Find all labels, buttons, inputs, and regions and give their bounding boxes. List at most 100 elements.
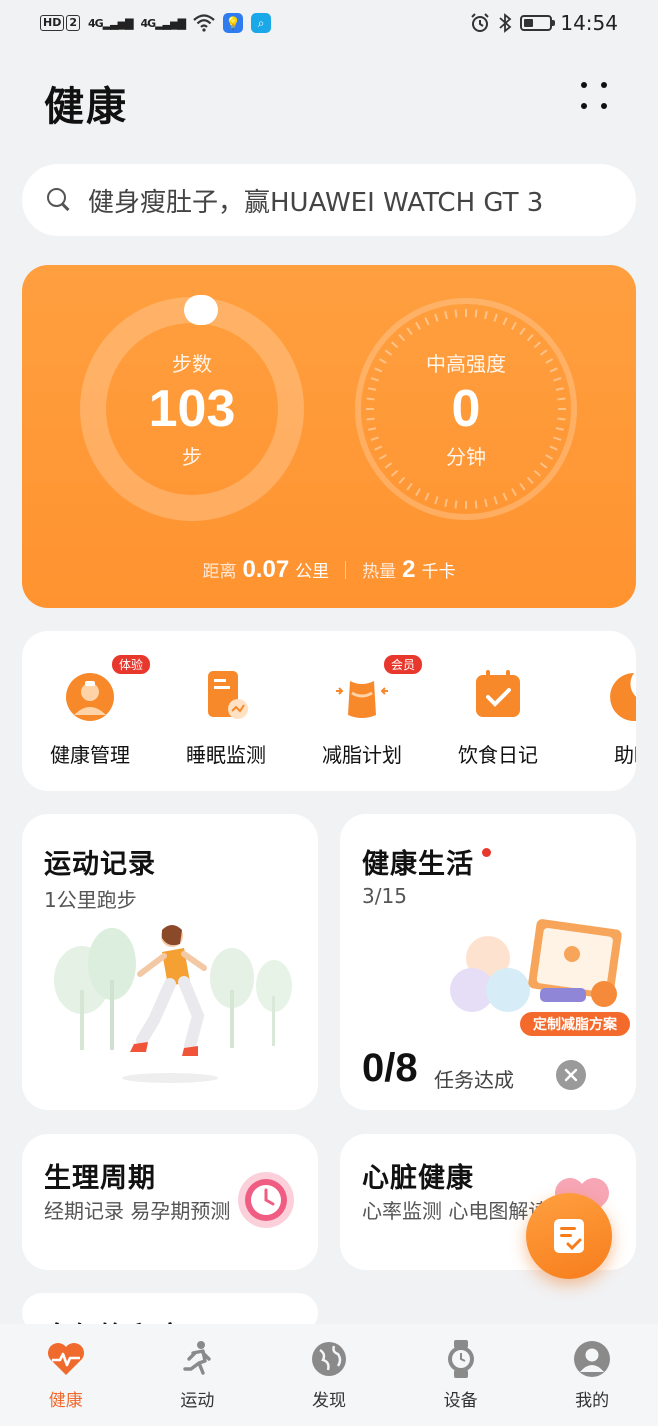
intensity-tick [539,462,548,469]
search-icon [46,187,72,213]
nav-exercise[interactable]: 运动 [132,1324,264,1426]
watch-icon [440,1338,482,1380]
nav-profile[interactable]: 我的 [526,1324,658,1426]
intensity-tick [444,310,448,320]
fat-loss-icon: 会员 [332,655,422,725]
running-icon [176,1338,218,1380]
steps-unit: 步 [182,445,202,469]
intensity-tick [384,462,393,469]
service-badge: 会员 [383,655,422,674]
distance-value: 0.07 [242,556,290,583]
nav-devices[interactable]: 设备 [395,1324,527,1426]
close-button[interactable] [556,1060,586,1090]
intensity-tick [378,358,387,364]
intensity-tick [374,445,383,451]
intensity-ring[interactable]: 中高强度 0 分钟 [354,297,578,521]
heart-pulse-icon [45,1338,87,1380]
signal-icon-1: 4G▂▃▅▇ [88,16,134,30]
intensity-tick [502,317,508,326]
calories-value: 2 [402,556,416,583]
card-title: 运动记录 [44,849,156,880]
intensity-unit: 分钟 [446,445,486,469]
intensity-tick [366,397,375,401]
intensity-tick [384,349,393,356]
nav-health[interactable]: 健康 [0,1324,132,1426]
card-title: 健康生活 [362,842,491,881]
intensity-tick [406,327,413,336]
steps-ring[interactable]: 步数 103 步 [80,295,304,521]
bottom-navigation: 健康 运动 发现 设备 我的 [0,1324,658,1426]
intensity-tick [526,476,534,484]
intensity-tick [549,445,558,451]
intensity-tick [555,387,565,391]
quick-record-button[interactable] [526,1193,612,1279]
intensity-tick [391,469,399,477]
status-right: 14:54 [470,11,618,35]
intensity-tick [370,436,379,441]
service-badge: 体验 [111,655,150,674]
service-label: 减脂计划 [322,743,402,767]
intensity-tick [391,341,399,349]
search-placeholder: 健身瘦肚子，赢HUAWEI WATCH GT 3 [88,187,544,218]
custom-plan-banner[interactable]: 定制减脂方案 [520,1014,630,1034]
intensity-tick [539,349,548,356]
steps-value: 103 [148,380,236,438]
divider [345,561,347,579]
intensity-tick [484,498,488,508]
cycle-clock-icon [238,1172,294,1228]
search-bar[interactable]: 健身瘦肚子，赢HUAWEI WATCH GT 3 [22,164,636,236]
card-title: 生理周期 [44,1163,156,1194]
intensity-tick [444,498,448,508]
intensity-tick [519,482,526,491]
activity-card[interactable]: 步数 103 步 中高强度 0 分钟 距离 0.07 公里 热量 2 千卡 [22,265,636,608]
activity-summary: 距离 0.07 公里 热量 2 千卡 [22,556,636,584]
calories-unit: 千卡 [421,562,456,582]
service-label: 助眠 [614,743,636,767]
intensity-tick [474,500,478,509]
menstrual-cycle-card[interactable]: 生理周期 经期记录 易孕期预测 [22,1134,318,1270]
intensity-value: 0 [451,380,481,438]
card-title: 心脏健康 [362,1163,474,1194]
svg-text:♪: ♪ [616,678,626,697]
discover-globe-icon [308,1338,350,1380]
intensity-tick [366,417,375,421]
service-fat-loss[interactable]: 会员 减脂计划 [294,655,430,768]
steps-label: 步数 [172,352,212,376]
card-subtitle: 经期记录 易孕期预测 [44,1199,231,1223]
calories-label: 热量 [362,562,397,582]
service-sleep-monitor[interactable]: 睡眠监测 [158,665,294,768]
intensity-tick [553,436,562,441]
exercise-record-card[interactable]: 运动记录 1公里跑步 [22,814,318,1110]
intensity-tick [553,377,562,382]
page-title: 健康 [44,84,128,130]
sim-indicator: 2 [66,15,80,31]
dot-icon [601,82,607,88]
bulb-app-icon: 💡 [223,13,244,33]
tasks-label: 任务达成 [434,1068,514,1092]
nav-discover[interactable]: 发现 [263,1324,395,1426]
dot-icon [581,103,587,109]
status-left: HD 2 4G▂▃▅▇ 4G▂▃▅▇ 💡 ⌕ [40,13,272,33]
more-options-button[interactable] [578,80,610,112]
notification-dot [482,848,491,857]
service-label: 饮食日记 [458,743,538,767]
intensity-tick [415,488,421,497]
intensity-tick [378,454,387,460]
dot-icon [581,82,587,88]
nav-label: 我的 [575,1391,610,1411]
intensity-tick [484,310,488,320]
intensity-tick [406,482,413,491]
nav-label: 健康 [48,1391,83,1411]
service-health-management[interactable]: 体验 健康管理 [22,655,158,768]
healthy-life-card[interactable]: 健康生活 3/15 定制减脂方案 0/8 任务达成 [340,814,636,1110]
services-card: 体验 健康管理 睡眠监测 会员 减脂计划 饮食日记 ♪ 助眠 [22,631,636,791]
intensity-tick [454,500,458,509]
intensity-tick [526,334,534,342]
wifi-icon [193,14,215,32]
intensity-tick [374,367,383,373]
service-diet-diary[interactable]: 饮食日记 [430,665,566,768]
service-sleep-aid[interactable]: ♪ 助眠 [566,665,636,768]
intensity-tick [545,358,554,364]
intensity-tick [557,417,566,421]
nav-label: 运动 [180,1391,215,1411]
